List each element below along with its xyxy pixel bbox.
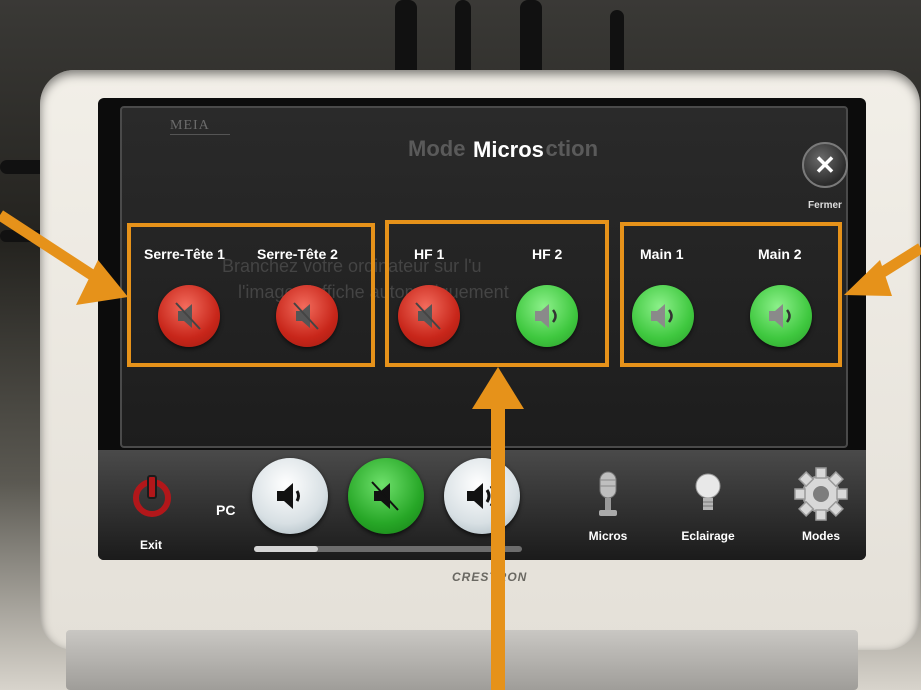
volume-slider-fill — [254, 546, 319, 552]
mute-button[interactable] — [348, 458, 424, 534]
highlight-box-main — [620, 222, 842, 367]
close-button[interactable]: ✕ — [802, 142, 848, 188]
nav-modes[interactable]: Modes — [786, 464, 856, 543]
speaker-icon — [277, 483, 300, 509]
close-label: Fermer — [808, 200, 842, 211]
tablet-stand — [66, 630, 858, 690]
close-icon: ✕ — [814, 149, 836, 180]
nav-micros[interactable]: Micros — [578, 470, 638, 543]
gear-icon — [794, 467, 848, 521]
microphone-icon — [599, 471, 617, 516]
nav-label: Modes — [801, 529, 840, 543]
nav-label: Micros — [588, 529, 628, 543]
logo: MEIA — [170, 118, 210, 133]
volume-down-button[interactable] — [252, 458, 328, 534]
highlight-box-serre-tete — [127, 223, 375, 367]
page-title: Micros — [473, 137, 544, 162]
exit-label: Exit — [140, 538, 163, 552]
power-icon[interactable] — [130, 474, 174, 518]
arrow-right — [844, 243, 921, 296]
arrow-left — [0, 210, 128, 305]
speaker-muted-icon — [371, 481, 399, 511]
nav-label: Eclairage — [681, 529, 735, 543]
highlight-box-hf — [385, 220, 609, 367]
logo-underline — [170, 134, 230, 145]
nav-eclairage[interactable]: Eclairage — [670, 470, 746, 543]
arrow-up — [472, 367, 524, 690]
pc-label: PC — [216, 502, 236, 518]
lightbulb-icon — [695, 473, 721, 510]
